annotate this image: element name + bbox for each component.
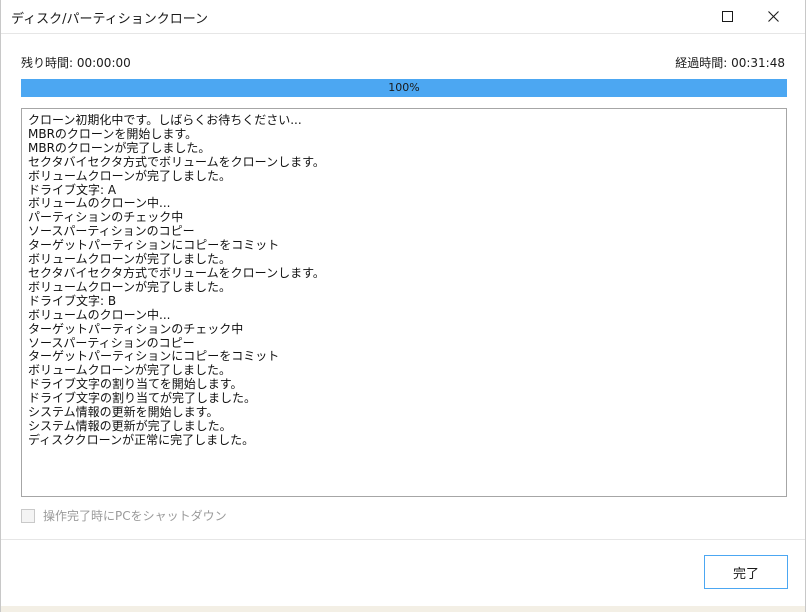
shutdown-label: 操作完了時にPCをシャットダウン <box>43 509 227 523</box>
log-line: MBRのクローンが完了しました。 <box>28 140 211 155</box>
log-line: ボリュームクローンが完了しました。 <box>28 279 232 294</box>
done-button[interactable]: 完了 <box>704 555 788 589</box>
log-line: MBRのクローンを開始します。 <box>28 126 198 141</box>
log-line: ターゲットパーティションのチェック中 <box>28 321 244 336</box>
shutdown-checkbox[interactable] <box>21 508 35 523</box>
log-line: ディスククローンが正常に完了しました。 <box>28 432 255 447</box>
close-button[interactable] <box>750 0 796 33</box>
log-line: セクタバイセクタ方式でボリュームをクローンします。 <box>28 265 325 280</box>
log-line: ドライブ文字の割り当てが完了しました。 <box>28 391 257 406</box>
log-line: ドライブ文字: B <box>28 293 117 308</box>
title-bar: ディスク/パーティションクローン <box>1 0 805 34</box>
log-output[interactable]: クローン初期化中です。しばらくお待ちください... MBRのクローンを開始します。… <box>21 108 787 497</box>
log-line: セクタバイセクタ方式でボリュームをクローンします。 <box>28 154 325 169</box>
maximize-button[interactable] <box>704 0 750 33</box>
progress-label: 100% <box>388 81 420 94</box>
log-line: パーティションのチェック中 <box>28 210 184 225</box>
elapsed-time: 経過時間: 00:31:48 <box>675 56 785 70</box>
footer-divider <box>1 539 805 540</box>
log-line: ターゲットパーティションにコピーをコミット <box>28 238 280 253</box>
log-line: システム情報の更新を開始します。 <box>28 405 219 420</box>
log-line: ボリュームクローンが完了しました。 <box>28 252 232 267</box>
background-strip <box>1 606 805 612</box>
shutdown-option[interactable]: 操作完了時にPCをシャットダウン <box>21 507 227 524</box>
log-line: ボリュームクローンが完了しました。 <box>28 168 232 183</box>
progress-bar: 100% <box>21 79 787 97</box>
log-line: クローン初期化中です。しばらくお待ちください... <box>28 113 302 127</box>
maximize-icon <box>721 11 733 22</box>
remaining-time: 残り時間: 00:00:00 <box>21 56 131 70</box>
clone-dialog: ディスク/パーティションクローン 残り時間: 00:00:00 経過時間: 00… <box>0 0 806 612</box>
window-title: ディスク/パーティションクローン <box>11 12 209 27</box>
log-line: ソースパーティションのコピー <box>28 335 195 350</box>
log-line: ソースパーティションのコピー <box>28 224 195 239</box>
close-icon <box>767 11 779 22</box>
log-line: システム情報の更新が完了しました。 <box>28 418 232 433</box>
log-line: ボリュームのクローン中... <box>28 307 171 322</box>
